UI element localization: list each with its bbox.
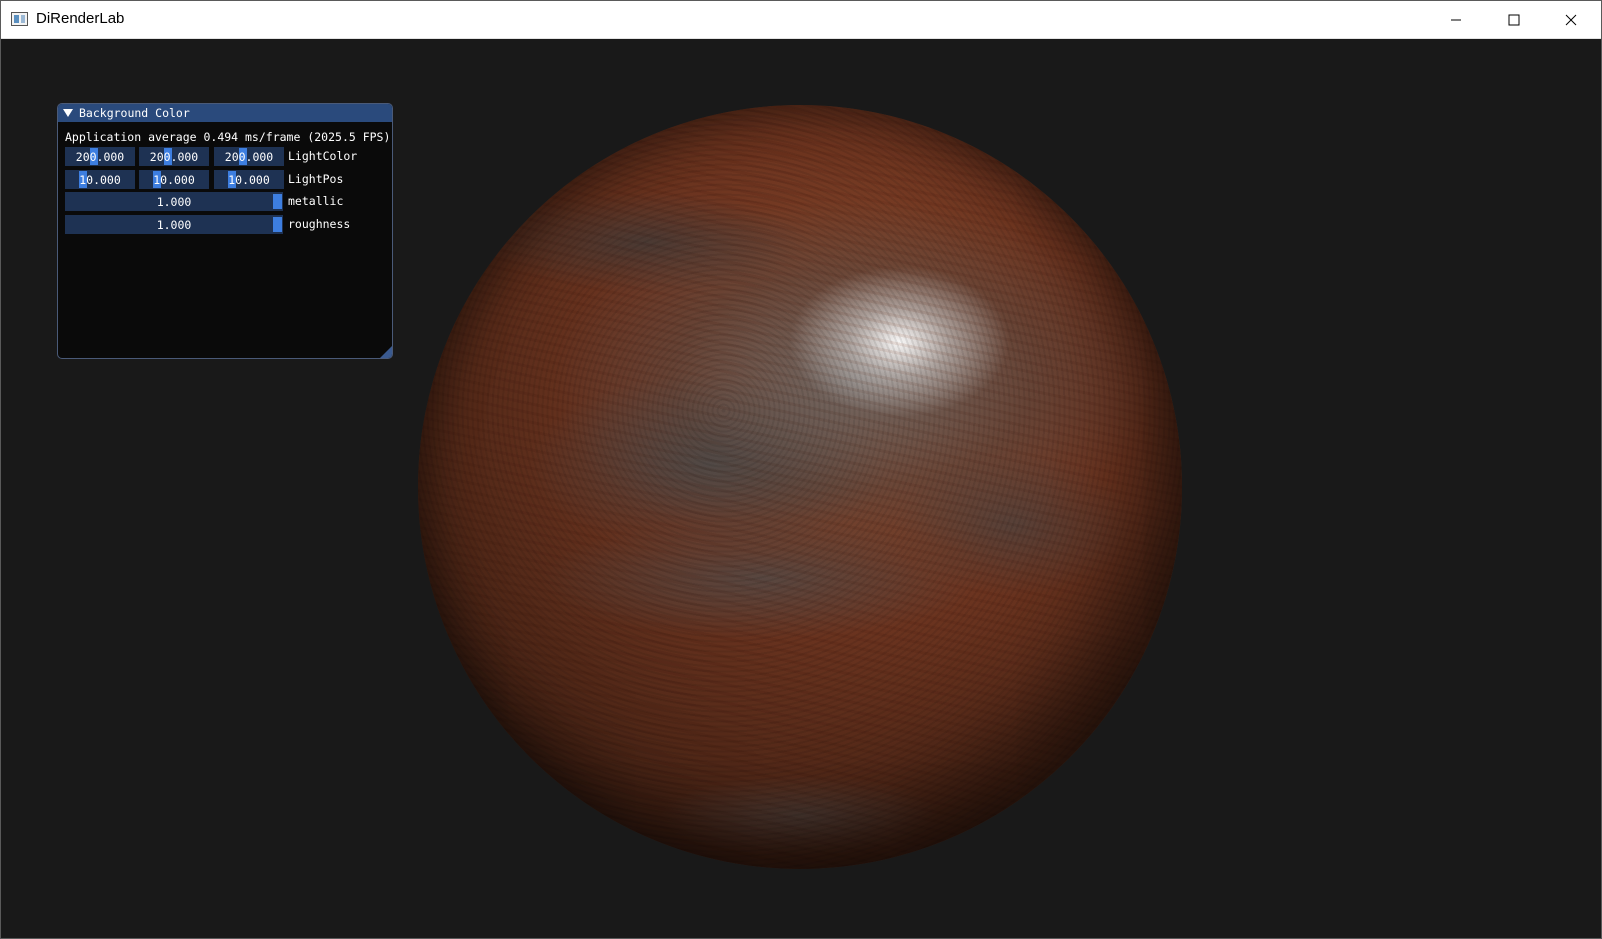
lightpos-y-value: 10.000 xyxy=(153,172,195,187)
lightcolor-label: LightColor xyxy=(288,149,358,163)
lightcolor-b-value: 200.000 xyxy=(224,149,274,164)
title-bar[interactable]: DiRenderLab xyxy=(1,1,1601,39)
frame-stats-text: Application average 0.494 ms/frame (2025… xyxy=(65,130,391,144)
sphere-texture xyxy=(418,105,1182,869)
render-viewport[interactable]: Background Color Application average 0.4… xyxy=(1,39,1601,938)
lightcolor-g-value: 200.000 xyxy=(149,149,199,164)
panel-header[interactable]: Background Color xyxy=(58,104,392,122)
roughness-slider[interactable]: 1.000 xyxy=(65,215,283,234)
slider-knob[interactable] xyxy=(273,194,282,209)
lightpos-y-field[interactable]: 10.000 xyxy=(139,170,209,189)
resize-grip-handle[interactable] xyxy=(380,346,392,358)
lightcolor-b-field[interactable]: 200.000 xyxy=(214,147,284,166)
maximize-icon xyxy=(1508,14,1519,25)
lightpos-label: LightPos xyxy=(288,172,344,186)
lightpos-z-field[interactable]: 10.000 xyxy=(214,170,284,189)
metallic-label: metallic xyxy=(288,194,344,208)
lightpos-x-field[interactable]: 10.000 xyxy=(65,170,135,189)
rusted-metal-sphere xyxy=(418,105,1182,869)
app-window: DiRenderLab Background Color Application… xyxy=(0,0,1602,939)
minimize-button[interactable] xyxy=(1427,1,1484,38)
close-icon xyxy=(1565,14,1576,25)
lightpos-z-value: 10.000 xyxy=(228,172,270,187)
lightcolor-r-value: 200.000 xyxy=(75,149,125,164)
roughness-label: roughness xyxy=(288,217,351,231)
roughness-value: 1.000 xyxy=(156,217,192,232)
minimize-icon xyxy=(1450,19,1461,20)
window-title: DiRenderLab xyxy=(36,10,125,27)
metallic-value: 1.000 xyxy=(156,194,192,209)
collapse-arrow-icon[interactable] xyxy=(63,109,73,117)
app-icon xyxy=(11,12,28,26)
maximize-button[interactable] xyxy=(1485,1,1542,38)
imgui-settings-panel: Background Color Application average 0.4… xyxy=(57,103,393,359)
slider-knob[interactable] xyxy=(273,217,282,232)
lightpos-x-value: 10.000 xyxy=(79,172,121,187)
close-button[interactable] xyxy=(1542,1,1599,38)
lightcolor-g-field[interactable]: 200.000 xyxy=(139,147,209,166)
metallic-slider[interactable]: 1.000 xyxy=(65,192,283,211)
lightcolor-r-field[interactable]: 200.000 xyxy=(65,147,135,166)
panel-title: Background Color xyxy=(79,106,190,120)
